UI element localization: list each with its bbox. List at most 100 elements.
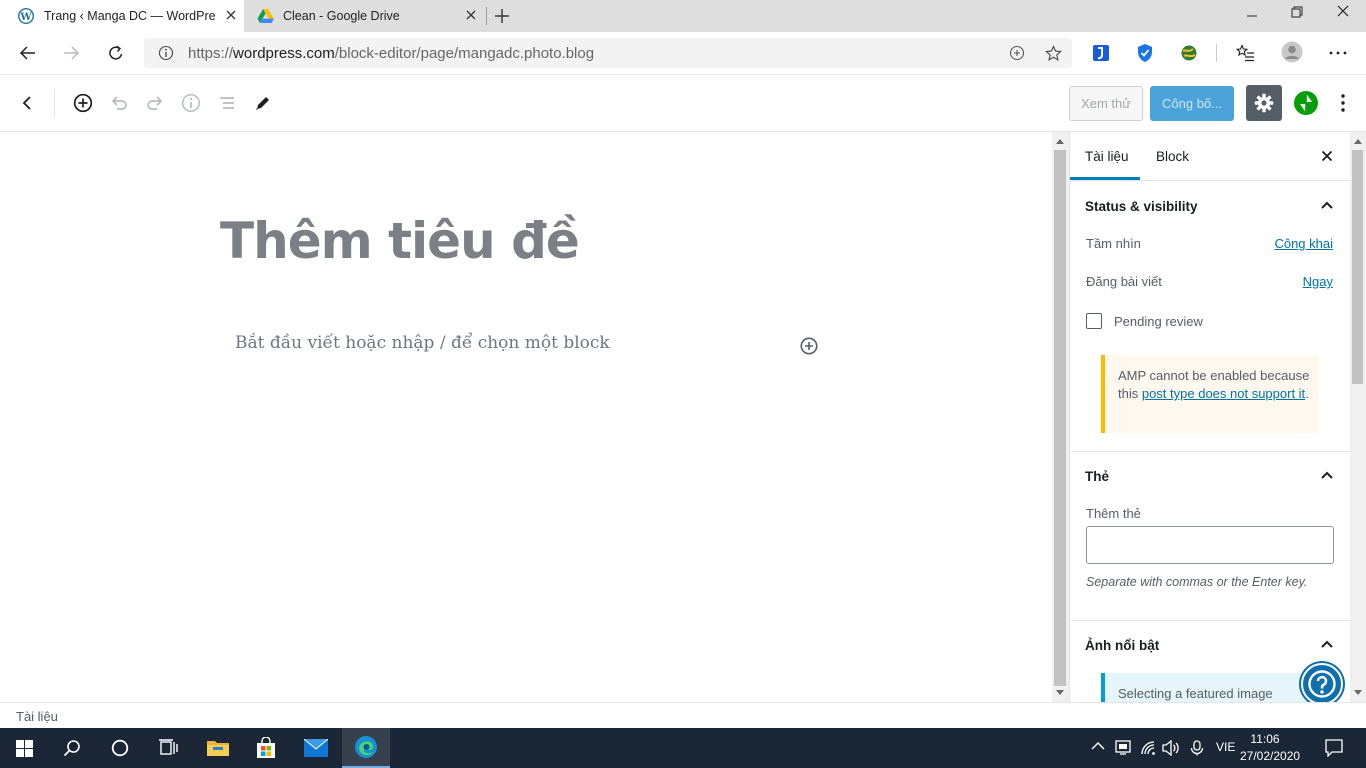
taskbar-search-button[interactable] (48, 728, 96, 768)
microphone-icon[interactable] (1190, 740, 1204, 756)
favorite-star-icon[interactable] (1045, 45, 1062, 62)
sidebar-tabs: Tài liệu Block (1070, 132, 1350, 181)
volume-icon[interactable] (1162, 740, 1180, 756)
action-center-icon[interactable] (1325, 739, 1343, 757)
browser-tab-title: Trang ‹ Manga DC — WordPress (44, 9, 216, 23)
status-visibility-panel-title[interactable]: Status & visibility (1085, 199, 1198, 214)
restore-icon[interactable] (1290, 5, 1304, 19)
amp-support-link[interactable]: post type does not support it (1142, 386, 1305, 401)
add-block-icon[interactable] (73, 93, 93, 113)
editor-footer: Tài liệu (0, 702, 1366, 728)
tags-input[interactable] (1086, 526, 1334, 564)
cortana-button[interactable] (96, 728, 144, 768)
close-icon[interactable] (224, 8, 238, 22)
extension-shield-icon[interactable] (1136, 43, 1154, 63)
collapse-chevron-icon[interactable] (1321, 640, 1333, 648)
editor-scrollbar[interactable] (1052, 132, 1069, 702)
amp-notice-end: . (1305, 386, 1309, 401)
block-navigation-icon[interactable] (217, 93, 237, 113)
minimize-icon[interactable] (1244, 8, 1260, 24)
clock-date: 27/02/2020 (1240, 749, 1301, 763)
featured-image-panel-title[interactable]: Ảnh nổi bật (1085, 638, 1159, 653)
undo-icon[interactable] (109, 93, 129, 113)
search-icon (63, 739, 81, 757)
panel-divider (1070, 451, 1350, 452)
browser-tab-drive[interactable]: Clean - Google Drive (244, 0, 488, 32)
toolbar-divider (1216, 44, 1217, 62)
wifi-icon[interactable] (1140, 740, 1158, 756)
task-view-icon (158, 739, 178, 757)
settings-button[interactable] (1246, 85, 1282, 121)
browser-tab-wordpress[interactable]: W Trang ‹ Manga DC — WordPress (0, 0, 244, 32)
show-hidden-icons-icon[interactable] (1091, 741, 1105, 751)
profile-avatar-icon[interactable] (1281, 41, 1303, 63)
redo-icon[interactable] (145, 93, 165, 113)
block-appender-placeholder[interactable]: Bắt đầu viết hoặc nhập / để chọn một blo… (235, 333, 610, 353)
svg-text:W: W (19, 12, 32, 23)
scrollbar-thumb[interactable] (1054, 150, 1066, 686)
wordpress-icon: W (18, 8, 34, 24)
gear-icon (1254, 93, 1274, 113)
extension-bitwarden-icon[interactable] (1092, 44, 1110, 62)
info-icon[interactable] (181, 93, 201, 113)
taskbar-store[interactable] (242, 728, 290, 768)
scrollbar-thumb[interactable] (1352, 150, 1363, 384)
collapse-chevron-icon[interactable] (1321, 201, 1333, 209)
close-icon[interactable] (464, 8, 478, 22)
edit-mode-pencil-icon[interactable] (253, 93, 273, 113)
refresh-icon[interactable] (107, 44, 125, 62)
more-options-icon[interactable] (1341, 94, 1345, 112)
browser-menu-icon[interactable] (1329, 51, 1347, 55)
publish-button[interactable]: Công bố... (1150, 86, 1234, 121)
sidebar-scrollbar[interactable] (1350, 132, 1366, 702)
forward-icon[interactable] (62, 44, 80, 62)
inline-add-block-icon[interactable] (800, 337, 818, 355)
post-title-placeholder[interactable]: Thêm tiêu đề (220, 212, 580, 270)
taskbar-file-explorer[interactable] (194, 728, 242, 768)
pending-review-checkbox[interactable] (1086, 313, 1102, 329)
device-tray-icon[interactable] (1115, 740, 1131, 756)
taskbar-clock[interactable]: 11:06 27/02/2020 (1240, 731, 1301, 765)
featured-image-notice: Selecting a featured image (1101, 673, 1319, 702)
start-button[interactable] (0, 728, 48, 768)
preview-button[interactable]: Xem thử (1069, 86, 1143, 121)
input-language-indicator[interactable]: VIE (1216, 740, 1235, 754)
browser-tab-strip: W Trang ‹ Manga DC — WordPress Clean - G… (0, 0, 1366, 32)
pending-review-label[interactable]: Pending review (1114, 314, 1203, 329)
extension-globe-icon[interactable] (1180, 44, 1198, 62)
publish-date-link[interactable]: Ngay (1303, 274, 1333, 289)
back-to-dashboard-icon[interactable] (18, 94, 36, 112)
browser-navigation-bar: https://wordpress.com/block-editor/page/… (0, 32, 1366, 75)
editor-canvas[interactable]: Thêm tiêu đề Bắt đầu viết hoặc nhập / để… (0, 132, 1052, 702)
taskbar-edge-active[interactable] (342, 728, 390, 768)
tags-panel-title[interactable]: Thẻ (1085, 469, 1109, 484)
edge-browser-icon (354, 735, 378, 759)
scroll-down-arrow-icon[interactable] (1056, 690, 1064, 696)
visibility-label: Tầm nhìn (1086, 236, 1141, 251)
scroll-up-arrow-icon[interactable] (1354, 138, 1362, 144)
collapse-chevron-icon[interactable] (1321, 471, 1333, 479)
panel-divider (1070, 620, 1350, 621)
tab-document[interactable]: Tài liệu (1085, 149, 1129, 164)
tab-block[interactable]: Block (1156, 149, 1189, 164)
scroll-down-arrow-icon[interactable] (1354, 690, 1362, 696)
task-view-button[interactable] (144, 728, 192, 768)
scroll-up-arrow-icon[interactable] (1056, 138, 1064, 144)
add-to-reading-icon[interactable] (1009, 45, 1025, 61)
active-tab-indicator (1070, 177, 1140, 180)
help-button[interactable] (1301, 663, 1343, 705)
new-tab-icon[interactable] (494, 8, 510, 24)
taskbar-mail[interactable] (292, 728, 340, 768)
cortana-circle-icon (111, 739, 129, 757)
close-sidebar-icon[interactable] (1321, 150, 1333, 162)
jetpack-icon[interactable] (1294, 91, 1318, 115)
google-drive-icon (257, 8, 274, 24)
block-breadcrumb[interactable]: Tài liệu (16, 709, 58, 724)
window-close-icon[interactable] (1336, 4, 1350, 18)
address-bar[interactable]: https://wordpress.com/block-editor/page/… (144, 38, 1072, 68)
favorites-list-icon[interactable] (1236, 44, 1255, 62)
back-icon[interactable] (19, 44, 37, 62)
tags-help-text: Separate with commas or the Enter key. (1086, 575, 1308, 589)
visibility-toggle-link[interactable]: Công khai (1274, 236, 1333, 251)
site-info-icon[interactable] (158, 45, 174, 61)
